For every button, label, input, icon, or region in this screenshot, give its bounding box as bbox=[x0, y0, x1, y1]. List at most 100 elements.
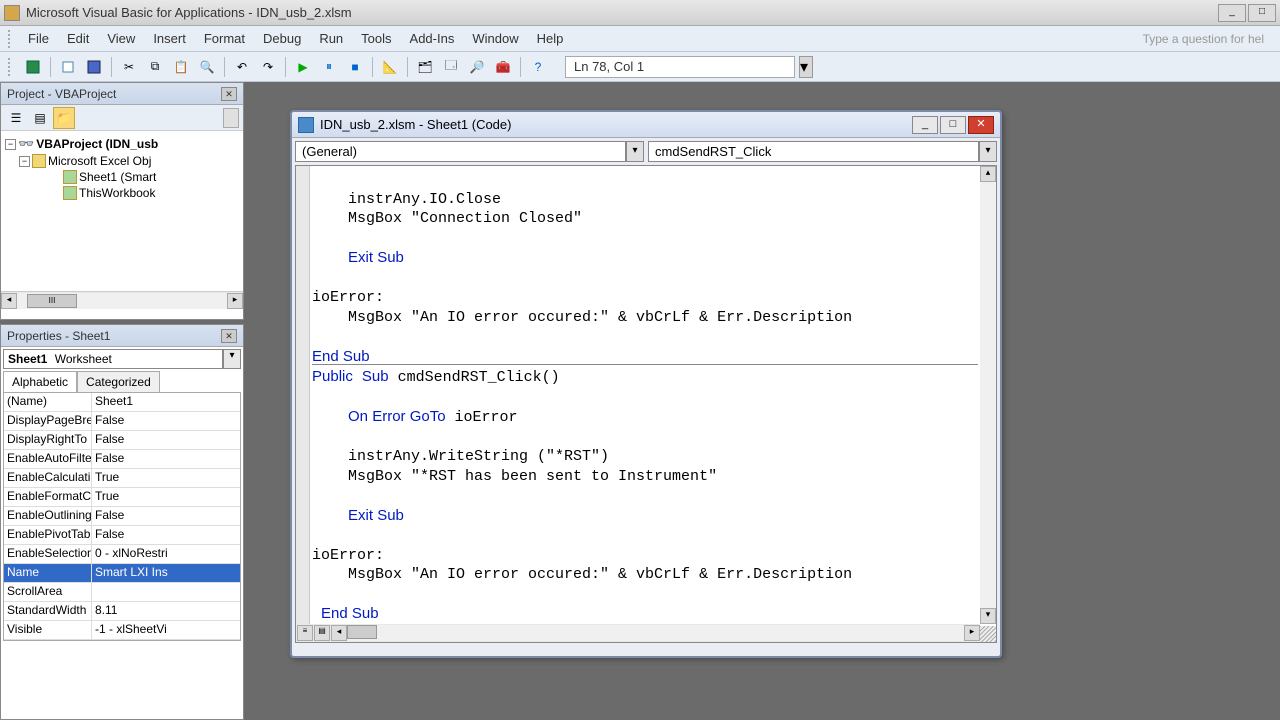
tab-alphabetic[interactable]: Alphabetic bbox=[3, 371, 77, 392]
scroll-thumb[interactable]: III bbox=[27, 294, 77, 308]
cut-icon[interactable]: ✂ bbox=[118, 56, 140, 78]
paste-icon[interactable]: 📋 bbox=[170, 56, 192, 78]
project-tree[interactable]: − 👓 VBAProject (IDN_usb − Microsoft Exce… bbox=[1, 131, 243, 291]
property-value[interactable]: -1 - xlSheetVi bbox=[92, 621, 240, 639]
property-row[interactable]: DisplayRightToFalse bbox=[4, 431, 240, 450]
reset-icon[interactable]: ■ bbox=[344, 56, 366, 78]
view-object-icon[interactable]: ▤ bbox=[29, 107, 51, 129]
property-row[interactable]: EnableFormatCTrue bbox=[4, 488, 240, 507]
properties-window-icon[interactable]: 🗔 bbox=[440, 56, 462, 78]
expand-icon[interactable]: − bbox=[5, 139, 16, 150]
toolbar-grip[interactable] bbox=[8, 58, 18, 76]
properties-close-button[interactable]: ✕ bbox=[221, 329, 237, 343]
help-question-box[interactable]: Type a question for hel bbox=[1143, 32, 1272, 46]
view-code-icon[interactable]: ☰ bbox=[5, 107, 27, 129]
scroll-thumb[interactable] bbox=[347, 625, 377, 639]
code-vscroll[interactable]: ▴ ▾ bbox=[980, 166, 996, 624]
scroll-down-icon[interactable]: ▾ bbox=[980, 608, 996, 624]
scroll-track[interactable] bbox=[980, 182, 996, 608]
object-combo[interactable]: (General) ▾ bbox=[295, 141, 644, 162]
object-browser-icon[interactable]: 🔎 bbox=[466, 56, 488, 78]
code-window-titlebar[interactable]: IDN_usb_2.xlsm - Sheet1 (Code) _ □ ✕ bbox=[292, 112, 1000, 138]
property-row[interactable]: EnableSelection0 - xlNoRestri bbox=[4, 545, 240, 564]
procedure-combo[interactable]: cmdSendRST_Click ▾ bbox=[648, 141, 997, 162]
property-row[interactable]: EnableOutliningFalse bbox=[4, 507, 240, 526]
code-text[interactable]: instrAny.IO.Close MsgBox "Connection Clo… bbox=[312, 170, 978, 624]
properties-object-combo[interactable]: Sheet1 Worksheet ▾ bbox=[3, 349, 241, 369]
property-value[interactable]: False bbox=[92, 412, 240, 430]
scroll-left-icon[interactable]: ◂ bbox=[331, 625, 347, 641]
project-hscroll[interactable]: ◂ III ▸ bbox=[1, 291, 243, 309]
run-icon[interactable]: ▶ bbox=[292, 56, 314, 78]
break-icon[interactable]: ⏸ bbox=[318, 56, 340, 78]
copy-icon[interactable]: ⧉ bbox=[144, 56, 166, 78]
tree-folder[interactable]: − Microsoft Excel Obj bbox=[5, 153, 239, 169]
property-value[interactable]: Smart LXI Ins bbox=[92, 564, 240, 582]
view-excel-icon[interactable] bbox=[22, 56, 44, 78]
menu-tools[interactable]: Tools bbox=[353, 29, 399, 48]
save-icon[interactable] bbox=[83, 56, 105, 78]
menu-file[interactable]: File bbox=[20, 29, 57, 48]
property-row[interactable]: EnableAutoFilteFalse bbox=[4, 450, 240, 469]
full-module-view-icon[interactable]: ▤ bbox=[314, 625, 330, 641]
menu-help[interactable]: Help bbox=[529, 29, 572, 48]
tree-root[interactable]: − 👓 VBAProject (IDN_usb bbox=[5, 135, 239, 153]
property-value[interactable]: 8.11 bbox=[92, 602, 240, 620]
toggle-folders-icon[interactable]: 📁 bbox=[53, 107, 75, 129]
menu-edit[interactable]: Edit bbox=[59, 29, 97, 48]
resize-grip[interactable] bbox=[980, 626, 996, 642]
help-icon[interactable]: ? bbox=[527, 56, 549, 78]
tree-thisworkbook[interactable]: ThisWorkbook bbox=[5, 185, 239, 201]
code-close-button[interactable]: ✕ bbox=[968, 116, 994, 134]
property-value[interactable]: True bbox=[92, 469, 240, 487]
code-maximize-button[interactable]: □ bbox=[940, 116, 966, 134]
scroll-left-icon[interactable]: ◂ bbox=[1, 293, 17, 309]
property-value[interactable]: 0 - xlNoRestri bbox=[92, 545, 240, 563]
maximize-button[interactable]: □ bbox=[1248, 4, 1276, 22]
undo-icon[interactable]: ↶ bbox=[231, 56, 253, 78]
cursor-position-dropdown[interactable]: ▾ bbox=[799, 56, 813, 78]
project-panel-close-button[interactable]: ✕ bbox=[221, 87, 237, 101]
scroll-track[interactable] bbox=[347, 625, 964, 641]
menu-run[interactable]: Run bbox=[311, 29, 351, 48]
property-value[interactable]: False bbox=[92, 431, 240, 449]
menu-debug[interactable]: Debug bbox=[255, 29, 309, 48]
property-row[interactable]: StandardWidth8.11 bbox=[4, 602, 240, 621]
menu-addins[interactable]: Add-Ins bbox=[402, 29, 463, 48]
property-value[interactable]: Sheet1 bbox=[92, 393, 240, 411]
menu-view[interactable]: View bbox=[99, 29, 143, 48]
project-scrollbar-up[interactable] bbox=[223, 108, 239, 128]
property-row[interactable]: NameSmart LXI Ins bbox=[4, 564, 240, 583]
dropdown-icon[interactable]: ▾ bbox=[626, 141, 644, 162]
code-minimize-button[interactable]: _ bbox=[912, 116, 938, 134]
property-value[interactable]: False bbox=[92, 450, 240, 468]
insert-module-icon[interactable] bbox=[57, 56, 79, 78]
property-value[interactable]: False bbox=[92, 526, 240, 544]
project-explorer-icon[interactable]: 🗂 bbox=[414, 56, 436, 78]
minimize-button[interactable]: _ bbox=[1218, 4, 1246, 22]
dropdown-icon[interactable]: ▾ bbox=[223, 349, 241, 369]
property-row[interactable]: DisplayPageBreFalse bbox=[4, 412, 240, 431]
dropdown-icon[interactable]: ▾ bbox=[979, 141, 997, 162]
tree-sheet1[interactable]: Sheet1 (Smart bbox=[5, 169, 239, 185]
property-row[interactable]: (Name)Sheet1 bbox=[4, 393, 240, 412]
scroll-right-icon[interactable]: ▸ bbox=[964, 625, 980, 641]
property-value[interactable]: True bbox=[92, 488, 240, 506]
find-icon[interactable]: 🔍 bbox=[196, 56, 218, 78]
menu-format[interactable]: Format bbox=[196, 29, 253, 48]
code-hscroll[interactable]: ≡ ▤ ◂ ▸ bbox=[296, 624, 980, 642]
code-editor[interactable]: instrAny.IO.Close MsgBox "Connection Clo… bbox=[295, 165, 997, 643]
scroll-right-icon[interactable]: ▸ bbox=[227, 293, 243, 309]
tab-categorized[interactable]: Categorized bbox=[77, 371, 160, 392]
scroll-track[interactable]: III bbox=[17, 293, 227, 309]
property-row[interactable]: EnablePivotTabFalse bbox=[4, 526, 240, 545]
properties-grid[interactable]: (Name)Sheet1DisplayPageBreFalseDisplayRi… bbox=[3, 392, 241, 641]
design-mode-icon[interactable]: 📐 bbox=[379, 56, 401, 78]
property-value[interactable] bbox=[92, 583, 240, 601]
property-row[interactable]: EnableCalculatiTrue bbox=[4, 469, 240, 488]
redo-icon[interactable]: ↷ bbox=[257, 56, 279, 78]
toolbox-icon[interactable]: 🧰 bbox=[492, 56, 514, 78]
property-value[interactable]: False bbox=[92, 507, 240, 525]
procedure-view-icon[interactable]: ≡ bbox=[297, 625, 313, 641]
menu-insert[interactable]: Insert bbox=[145, 29, 194, 48]
